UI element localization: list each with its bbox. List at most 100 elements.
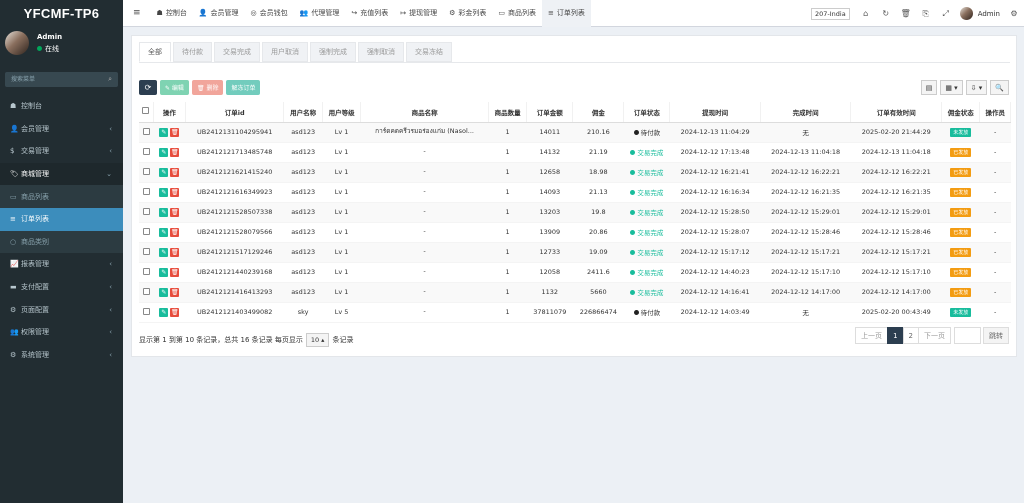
sidebar-item-more2[interactable]: ⚙ 页面配置 ‹ xyxy=(0,298,123,321)
sidebar-item-main0[interactable]: ☗ 控制台 xyxy=(0,95,123,118)
sidebar-item-sub1[interactable]: ≡ 订单列表 xyxy=(0,207,123,231)
next-page-button[interactable]: 下一页 xyxy=(918,327,951,344)
row-checkbox[interactable] xyxy=(142,127,150,135)
row-checkbox[interactable] xyxy=(142,287,150,295)
row-checkbox[interactable] xyxy=(142,247,150,255)
row-checkbox[interactable] xyxy=(142,267,150,275)
prev-page-button[interactable]: 上一页 xyxy=(855,327,889,344)
nav-tab-6[interactable]: ⚙ 彩金列表 xyxy=(443,0,492,27)
columns-dropdown[interactable]: ▦ ▾ xyxy=(940,80,963,95)
edit-icon[interactable]: ✎ xyxy=(159,167,169,177)
app-logo[interactable]: YFCMF-TP6 xyxy=(0,0,123,27)
search-icon[interactable]: 🔍 xyxy=(990,80,1009,95)
sidebar-item-more4[interactable]: ⚙ 系统管理 ‹ xyxy=(0,344,123,367)
nav-tab-2[interactable]: ◎ 会员钱包 xyxy=(245,0,294,27)
nav-tab-1[interactable]: 👤 会员管理 xyxy=(193,0,245,27)
nav-tab-0[interactable]: ☗ 控制台 xyxy=(151,0,193,27)
delete-icon[interactable]: 🗑 xyxy=(170,207,180,217)
delete-icon[interactable]: 🗑 xyxy=(170,127,180,137)
edit-icon[interactable]: ✎ xyxy=(159,207,169,217)
navbar-action-icon[interactable]: ⎘ xyxy=(916,9,936,19)
tab-2[interactable]: 交易完成 xyxy=(214,42,260,62)
valid-time: 2024-12-12 15:17:21 xyxy=(850,242,942,263)
nav-tab-7[interactable]: ▭ 商品列表 xyxy=(492,0,542,27)
sidebar-item-more0[interactable]: 📈 报表管理 ‹ xyxy=(0,253,123,276)
edit-icon[interactable]: ✎ xyxy=(159,247,169,257)
unfreeze-order-button[interactable]: 解冻订单 xyxy=(226,80,261,95)
order-status-text: 待付款 xyxy=(640,129,661,137)
jump-page-input[interactable] xyxy=(954,327,981,344)
status-dot-icon xyxy=(630,229,636,235)
edit-icon[interactable]: ✎ xyxy=(159,127,169,137)
row-checkbox[interactable] xyxy=(142,147,150,155)
row-checkbox[interactable] xyxy=(142,227,150,235)
select-all-checkbox[interactable] xyxy=(142,107,150,115)
chevron-icon: ⌄ xyxy=(106,170,112,179)
page-size-select[interactable]: 10 ▴ xyxy=(305,333,330,347)
column-header: 商品数量 xyxy=(488,102,528,123)
search-icon[interactable]: ⌕ xyxy=(108,75,112,84)
sidebar-item-main2[interactable]: $ 交易管理 ‹ xyxy=(0,140,123,163)
navbar-action-icon[interactable]: ↻ xyxy=(876,9,896,19)
navbar-action-icon[interactable]: 🗑 xyxy=(896,9,916,19)
order-id: UB2412131104295941 xyxy=(185,122,284,143)
navbar-action-icon[interactable]: ⌂ xyxy=(856,9,876,19)
order-id: UB2412121616349923 xyxy=(185,182,284,203)
nav-tab-8[interactable]: ≡ 订单列表 xyxy=(542,0,591,27)
sidebar-item-sub2[interactable]: ○ 商品类别 xyxy=(0,231,123,254)
delete-button[interactable]: 🗑 删除 xyxy=(191,80,224,95)
commission: 5660 xyxy=(572,282,624,303)
jump-button[interactable]: 跳转 xyxy=(983,327,1009,344)
sidebar-item-sub0[interactable]: ▭ 商品列表 xyxy=(0,185,123,208)
delete-icon[interactable]: 🗑 xyxy=(170,187,180,197)
edit-icon[interactable]: ✎ xyxy=(159,287,169,297)
sidebar-search-input[interactable] xyxy=(5,72,95,87)
nav-tab-5[interactable]: ↦ 提现管理 xyxy=(394,0,443,27)
export-dropdown[interactable]: ⇩ ▾ xyxy=(965,80,988,95)
edit-icon[interactable]: ✎ xyxy=(159,267,169,277)
delete-icon[interactable]: 🗑 xyxy=(170,287,180,297)
language-selector[interactable]: 207-India xyxy=(810,7,850,20)
edit-button[interactable]: ✎ 编辑 xyxy=(160,80,189,95)
tab-0[interactable]: 全部 xyxy=(139,42,171,62)
admin-menu[interactable]: Admin xyxy=(956,7,1004,20)
tab-6[interactable]: 交易冻结 xyxy=(406,42,452,62)
quantity: 1 xyxy=(488,302,527,323)
page-1-button[interactable]: 1 xyxy=(887,327,904,344)
row-checkbox[interactable] xyxy=(142,207,150,215)
tab-4[interactable]: 强制完成 xyxy=(310,42,356,62)
order-status-cell: 交易完成 xyxy=(623,162,670,183)
edit-icon[interactable]: ✎ xyxy=(159,147,169,157)
page-2-button[interactable]: 2 xyxy=(902,327,919,344)
order-amount: 12658 xyxy=(526,162,573,183)
edit-icon[interactable]: ✎ xyxy=(159,307,169,317)
row-checkbox[interactable] xyxy=(142,167,150,175)
navbar-action-icon[interactable]: ⤢ xyxy=(936,9,956,19)
delete-icon[interactable]: 🗑 xyxy=(170,267,180,277)
toggle-view-icon[interactable]: ▤ xyxy=(920,80,938,95)
sidebar-toggle-icon[interactable]: ≡ xyxy=(123,0,151,27)
sidebar-item-main1[interactable]: 👤 会员管理 ‹ xyxy=(0,118,123,141)
sidebar-item-main3[interactable]: 🏷 商城管理 ⌄ xyxy=(0,162,123,186)
tab-3[interactable]: 用户取消 xyxy=(262,42,308,62)
row-checkbox[interactable] xyxy=(142,307,150,315)
delete-icon[interactable]: 🗑 xyxy=(170,147,180,157)
settings-gear-icon[interactable]: ⚙ xyxy=(1004,9,1024,18)
delete-icon[interactable]: 🗑 xyxy=(170,167,180,177)
commission: 21.13 xyxy=(572,182,624,203)
edit-icon[interactable]: ✎ xyxy=(159,187,169,197)
sidebar-item-more1[interactable]: ▬ 支付配置 ‹ xyxy=(0,276,123,299)
tab-1[interactable]: 待付款 xyxy=(173,42,212,62)
sidebar-item-more3[interactable]: 👥 权限管理 ‹ xyxy=(0,321,123,344)
delete-icon[interactable]: 🗑 xyxy=(170,227,180,237)
delete-icon[interactable]: 🗑 xyxy=(170,307,180,317)
tab-5[interactable]: 强制取消 xyxy=(358,42,404,62)
row-checkbox[interactable] xyxy=(142,187,150,195)
refresh-button[interactable]: ⟳ xyxy=(139,80,157,95)
table-row: ✎ 🗑 UB2412121621415240 asd123 Lv 1-1 12658 18.… xyxy=(139,162,1011,183)
edit-icon[interactable]: ✎ xyxy=(159,227,169,237)
row-actions: ✎ 🗑 xyxy=(153,182,186,203)
nav-tab-4[interactable]: ↪ 充值列表 xyxy=(345,0,394,27)
nav-tab-3[interactable]: 👥 代理管理 xyxy=(294,0,346,27)
delete-icon[interactable]: 🗑 xyxy=(170,247,180,257)
